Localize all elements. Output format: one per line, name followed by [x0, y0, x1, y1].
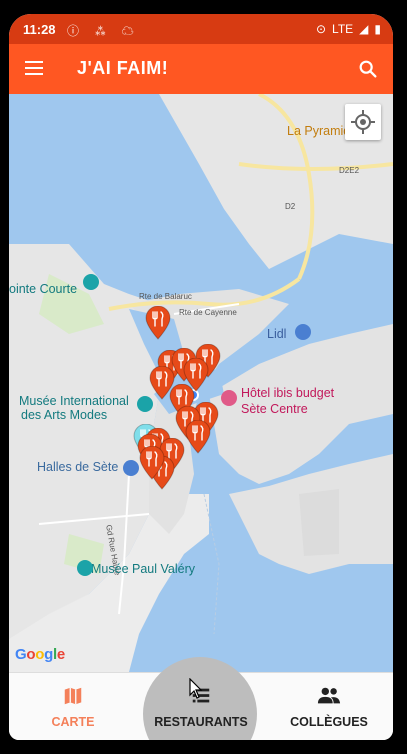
my-location-button[interactable] [345, 104, 381, 140]
location-icon: ⊙ [315, 22, 327, 36]
poi-icon[interactable] [83, 274, 99, 290]
nav-collegues-label: COLLÈGUES [290, 715, 368, 729]
system-icons: ⊙ LTE ◢ ▮ [316, 22, 381, 36]
label-musee-intl-1: Musée International [19, 394, 129, 408]
nav-carte[interactable]: CARTE [9, 673, 137, 740]
shop-icon[interactable] [295, 324, 311, 340]
status-bar: 11:28 ⓘ ⁂ ☁ ⊙ LTE ◢ ▮ [9, 14, 393, 44]
label-musee-intl-2: des Arts Modes [21, 408, 108, 422]
signal-icon: ◢ [359, 22, 369, 36]
label-rte-cayenne: Rte de Cayenne [179, 308, 237, 317]
map-view[interactable]: La Pyramide D2E2 D2 ointe Courte Rte de … [9, 94, 393, 672]
app-bar: J'AI FAIM! [9, 44, 393, 94]
menu-icon[interactable] [23, 58, 47, 80]
restaurant-pin-icon[interactable] [139, 446, 165, 480]
label-halles: Halles de Sète [37, 460, 119, 474]
restaurant-pin-icon[interactable] [145, 306, 171, 340]
people-icon [317, 687, 341, 704]
crosshair-icon [351, 110, 375, 134]
battery-icon: ▮ [374, 22, 381, 36]
app-title: J'AI FAIM! [77, 58, 169, 78]
google-logo: Google [15, 646, 65, 663]
nav-collegues[interactable]: COLLÈGUES [265, 673, 393, 740]
network-label: LTE [332, 22, 354, 36]
mouse-cursor-icon [189, 678, 203, 699]
label-hotel-1: Hôtel ibis budget [241, 386, 335, 400]
search-icon[interactable] [357, 58, 379, 80]
phone-screen: 11:28 ⓘ ⁂ ☁ ⊙ LTE ◢ ▮ J'AI FAIM! La Pyra… [9, 14, 393, 740]
hotel-icon[interactable] [221, 390, 237, 406]
nav-carte-label: CARTE [51, 715, 95, 729]
map-icon [64, 687, 82, 705]
label-rte-balaruc: Rte de Balaruc [139, 292, 192, 301]
label-pointe-courte: ointe Courte [9, 282, 78, 296]
label-d2: D2 [285, 202, 296, 211]
label-hotel-2: Sète Centre [241, 402, 308, 416]
status-time: 11:28 [23, 22, 56, 37]
label-d2e2: D2E2 [339, 166, 360, 175]
notification-icons: ⓘ ⁂ ☁ [67, 24, 140, 38]
label-musee-valery: Musée Paul Valéry [91, 562, 195, 576]
restaurant-pin-icon[interactable] [185, 420, 211, 454]
nav-restaurants-label: RESTAURANTS [154, 715, 248, 729]
museum-icon[interactable] [77, 560, 93, 576]
label-lidl: Lidl [267, 327, 287, 341]
